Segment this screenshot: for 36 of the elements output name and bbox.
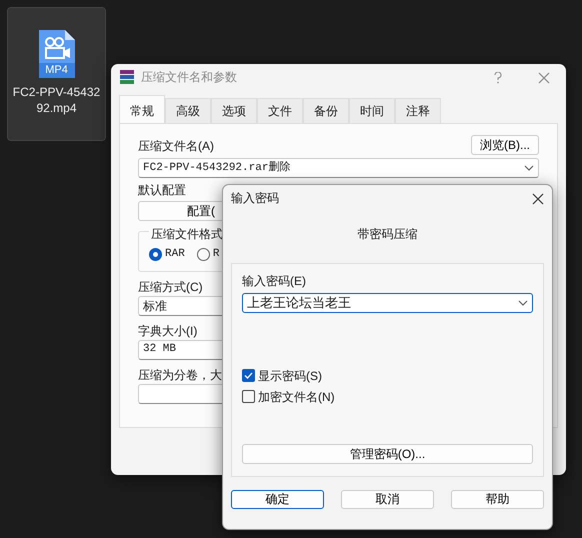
radio-option[interactable]: RAR	[149, 246, 185, 262]
dialog-heading: 带密码压缩	[356, 226, 418, 243]
browse-button[interactable]: 浏览(B)...	[471, 135, 539, 155]
password-combo[interactable]: 上老王论坛当老王	[242, 293, 533, 313]
file-name: FC2-PPV-4543292.mp4	[12, 84, 102, 116]
field-label: 压缩文件名(A)	[138, 138, 214, 155]
tab[interactable]: 备份	[303, 98, 349, 123]
desktop-file-item[interactable]: MP4 FC2-PPV-4543292.mp4	[8, 8, 105, 140]
window-title: 输入密码	[231, 190, 279, 207]
manage-passwords-button[interactable]: 管理密码(O)...	[242, 444, 533, 464]
dialog-button[interactable]: 帮助	[451, 490, 544, 509]
window-title: 压缩文件名和参数	[141, 69, 237, 86]
winrar-icon	[119, 69, 135, 85]
tab[interactable]: 高级	[165, 98, 211, 123]
tab[interactable]: 常规	[119, 95, 165, 123]
checkbox-option[interactable]: 显示密码(S)	[242, 365, 533, 386]
checkbox-option[interactable]: 加密文件名(N)	[242, 386, 533, 407]
field-label: 压缩为分卷，大	[138, 366, 222, 384]
field-label: 默认配置	[138, 182, 186, 199]
tab[interactable]: 选项	[211, 98, 257, 123]
radio-option[interactable]: R	[196, 246, 220, 262]
video-file-icon	[36, 30, 76, 78]
archive-name-combo[interactable]: FC2-PPV-4543292.rar删除	[138, 158, 539, 178]
file-type-label: MP4	[44, 64, 69, 77]
dialog-button[interactable]: 确定	[231, 490, 324, 509]
field-label: 输入密码(E)	[242, 273, 307, 290]
tab[interactable]: 注释	[395, 98, 441, 123]
dialog-button[interactable]: 取消	[341, 490, 434, 509]
chevron-down-icon[interactable]	[524, 165, 534, 171]
tab[interactable]: 文件	[257, 98, 303, 123]
field-label: 字典大小(I)	[138, 322, 198, 340]
tab[interactable]: 时间	[349, 98, 395, 123]
group-title: 压缩文件格式	[149, 225, 225, 243]
field-label: 压缩方式(C)	[138, 278, 203, 296]
chevron-down-icon[interactable]	[518, 300, 528, 306]
check-icon	[244, 372, 253, 379]
